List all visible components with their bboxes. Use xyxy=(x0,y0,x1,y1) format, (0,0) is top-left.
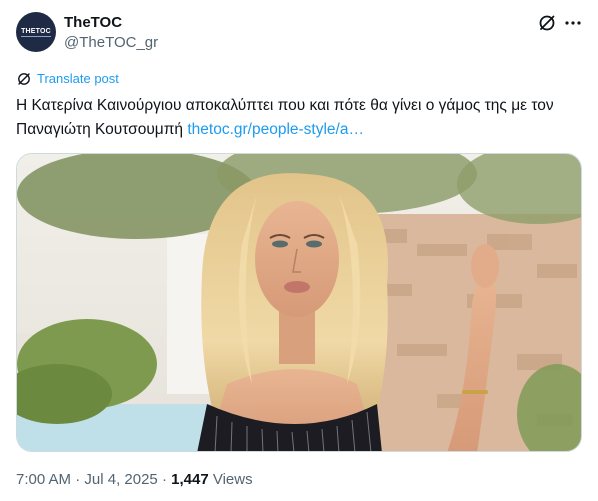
tweet-date[interactable]: Jul 4, 2025 xyxy=(84,471,157,488)
translate-globe-icon xyxy=(18,73,30,85)
more-options-button[interactable] xyxy=(562,12,584,34)
tweet-card: THETOC TheTOC @TheTOC_gr Translate post … xyxy=(0,0,598,501)
tweet-text: Η Κατερίνα Καινούργιου αποκαλύπτει που κ… xyxy=(16,94,584,142)
views-label: Views xyxy=(208,471,253,488)
grok-button[interactable] xyxy=(536,12,558,34)
tweet-time[interactable]: 7:00 AM xyxy=(16,471,71,488)
author-name[interactable]: TheTOC xyxy=(64,14,122,32)
tweet-link[interactable]: thetoc.gr/people-style/a… xyxy=(187,121,364,138)
grok-slash-icon xyxy=(539,15,555,31)
avatar[interactable]: THETOC xyxy=(16,12,56,52)
more-horizontal-icon xyxy=(565,21,581,25)
author-handle[interactable]: @TheTOC_gr xyxy=(64,34,158,52)
translate-label: Translate post xyxy=(37,71,119,86)
meta-separator: · xyxy=(157,471,172,488)
tweet-meta: 7:00 AM · Jul 4, 2025 · 1,447 Views xyxy=(16,470,253,490)
media-photo xyxy=(17,154,581,451)
avatar-text: THETOC xyxy=(21,27,51,37)
translate-post-link[interactable]: Translate post xyxy=(16,70,119,88)
tweet-media-image[interactable] xyxy=(16,153,582,452)
views-count[interactable]: 1,447 xyxy=(171,471,209,488)
meta-separator: · xyxy=(71,471,85,488)
